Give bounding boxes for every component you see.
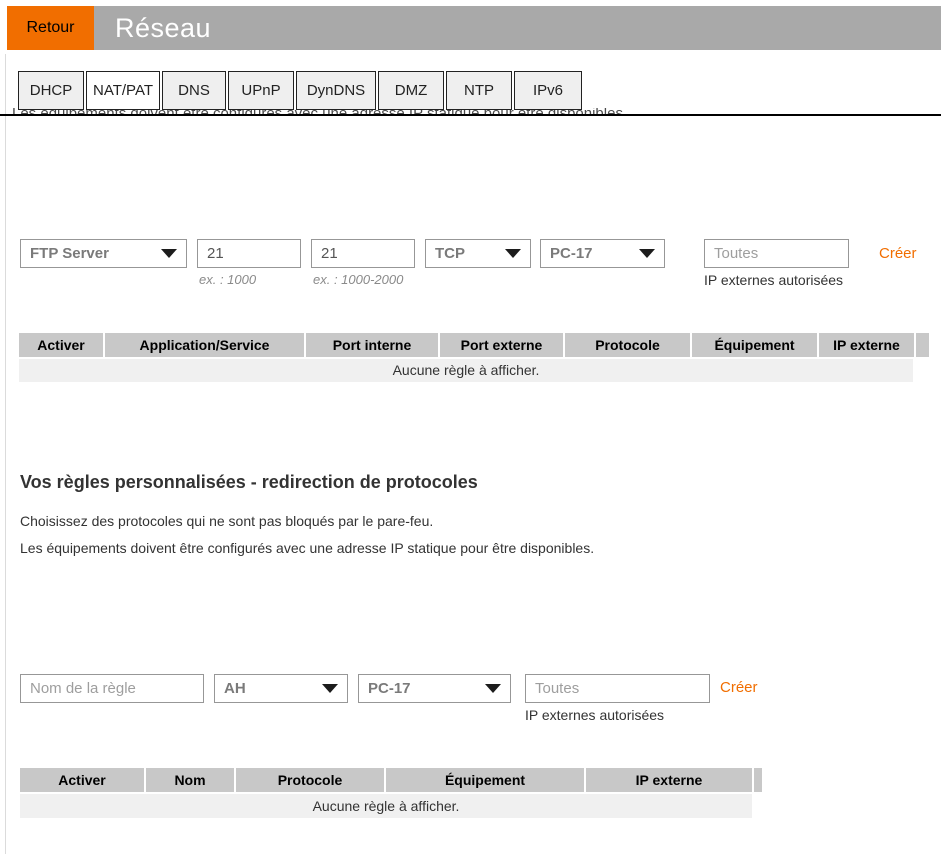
col-actions-sliver: [916, 333, 929, 357]
tab-dhcp[interactable]: DHCP: [18, 71, 84, 110]
custom-protocol-select[interactable]: AH: [214, 674, 348, 703]
dropdown-arrow-icon: [505, 249, 521, 258]
custom-table-empty-row: Aucune règle à afficher.: [20, 794, 752, 818]
dropdown-arrow-icon: [485, 684, 501, 693]
col-port-externe: Port externe: [440, 333, 563, 357]
external-ip-input[interactable]: [704, 239, 849, 268]
external-port-hint: ex. : 1000-2000: [313, 272, 403, 287]
tabbar-bottom-line: [0, 114, 941, 116]
tab-dyndns[interactable]: DynDNS: [296, 71, 376, 110]
col-protocole: Protocole: [565, 333, 690, 357]
custom-external-ip-input[interactable]: [525, 674, 710, 703]
back-button[interactable]: Retour: [7, 6, 94, 50]
application-service-select[interactable]: FTP Server: [20, 239, 187, 268]
external-port-input[interactable]: [311, 239, 415, 268]
tab-bar: DHCP NAT/PAT DNS UPnP DynDNS DMZ NTP IPv…: [18, 71, 582, 110]
tab-dns[interactable]: DNS: [162, 71, 226, 110]
col-equipement: Équipement: [692, 333, 817, 357]
content-left-border: [5, 54, 6, 854]
col-protocole: Protocole: [236, 768, 384, 792]
col-activer: Activer: [20, 768, 144, 792]
tab-upnp[interactable]: UPnP: [228, 71, 294, 110]
custom-create-rule-link[interactable]: Créer: [720, 679, 758, 696]
device-select[interactable]: PC-17: [540, 239, 665, 268]
custom-rules-desc-1: Choisissez des protocoles qui ne sont pa…: [20, 513, 433, 529]
dropdown-arrow-icon: [161, 249, 177, 258]
internal-port-hint: ex. : 1000: [199, 272, 256, 287]
nat-table-header: Activer Application/Service Port interne…: [19, 333, 929, 357]
page-title: Réseau: [94, 6, 941, 50]
custom-external-ip-hint: IP externes autorisées: [525, 707, 664, 723]
custom-rules-desc-2: Les équipements doivent être configurés …: [20, 540, 594, 556]
tab-dmz[interactable]: DMZ: [378, 71, 444, 110]
dropdown-arrow-icon: [322, 684, 338, 693]
col-activer: Activer: [19, 333, 103, 357]
tab-nat-pat[interactable]: NAT/PAT: [86, 71, 160, 110]
col-port-interne: Port interne: [306, 333, 438, 357]
tab-ipv6[interactable]: IPv6: [514, 71, 582, 110]
col-equipement: Équipement: [386, 768, 584, 792]
col-ip-externe: IP externe: [819, 333, 914, 357]
tab-ntp[interactable]: NTP: [446, 71, 512, 110]
col-ip-externe: IP externe: [586, 768, 752, 792]
custom-device-select[interactable]: PC-17: [358, 674, 511, 703]
rule-name-input[interactable]: [20, 674, 204, 703]
internal-port-input[interactable]: [197, 239, 301, 268]
nat-table-empty-row: Aucune règle à afficher.: [19, 359, 913, 382]
col-nom: Nom: [146, 768, 234, 792]
protocol-select[interactable]: TCP: [425, 239, 531, 268]
custom-table-header: Activer Nom Protocole Équipement IP exte…: [20, 768, 762, 792]
col-application-service: Application/Service: [105, 333, 304, 357]
external-ip-hint: IP externes autorisées: [704, 272, 843, 288]
header: Retour Réseau: [7, 6, 941, 50]
dropdown-arrow-icon: [639, 249, 655, 258]
custom-rules-title: Vos règles personnalisées - redirection …: [20, 472, 478, 493]
create-rule-link[interactable]: Créer: [879, 245, 917, 262]
col-actions-sliver: [754, 768, 762, 792]
